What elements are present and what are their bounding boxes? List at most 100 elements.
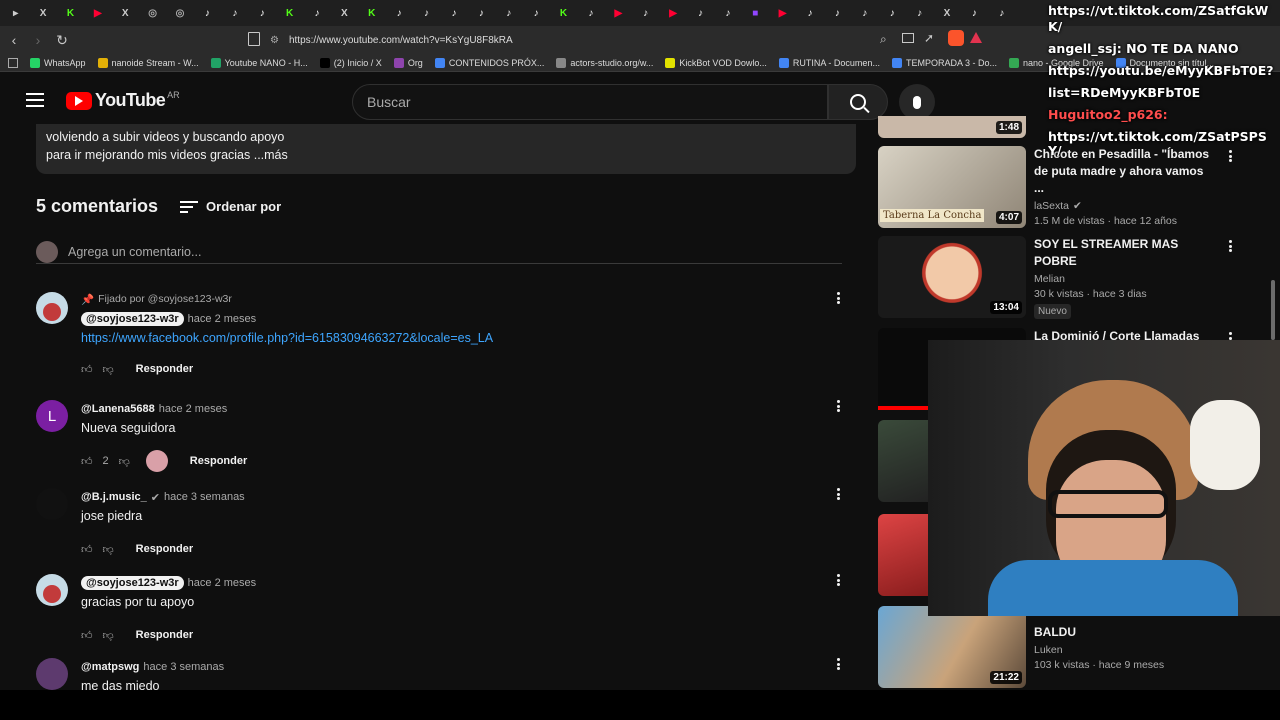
- more-options-icon[interactable]: [830, 290, 846, 306]
- bookmark-item[interactable]: WhatsApp: [30, 57, 86, 68]
- comment-link[interactable]: https://www.facebook.com/profile.php?id=…: [81, 331, 821, 345]
- like-icon[interactable]: 👍︎: [81, 455, 93, 468]
- dislike-icon[interactable]: 👎︎: [103, 363, 114, 376]
- search-button[interactable]: [828, 84, 888, 120]
- comment-time[interactable]: hace 2 meses: [159, 403, 227, 415]
- zoom-icon[interactable]: ⌕: [880, 32, 887, 47]
- browser-tab-mute-icon[interactable]: ▸: [2, 0, 29, 26]
- browser-tab-K-icon[interactable]: K: [57, 0, 84, 26]
- browser-tab-K-icon[interactable]: K: [358, 0, 385, 26]
- comment-author[interactable]: @soyjose123-w3r: [81, 576, 184, 590]
- video-description[interactable]: volviendo a subir videos y buscando apoy…: [36, 124, 856, 174]
- video-thumbnail[interactable]: Taberna La Concha 4:07: [878, 146, 1026, 228]
- video-thumbnail[interactable]: 1:48: [878, 116, 1026, 138]
- more-options-icon[interactable]: [830, 572, 846, 588]
- browser-tab-tt-icon[interactable]: ♪: [714, 0, 741, 26]
- bookmark-item[interactable]: Org: [393, 57, 423, 68]
- browser-tab-X-icon[interactable]: X: [29, 0, 56, 26]
- browser-tab-yt-icon[interactable]: ▶: [605, 0, 632, 26]
- browser-tab-K-icon[interactable]: K: [276, 0, 303, 26]
- browser-tab-tt-icon[interactable]: ♪: [906, 0, 933, 26]
- bookmark-item[interactable]: Youtube NANO - H...: [210, 57, 308, 68]
- browser-tab-gh-icon[interactable]: ◎: [166, 0, 193, 26]
- comment-time[interactable]: hace 3 semanas: [164, 491, 245, 503]
- video-thumbnail[interactable]: 13:04: [878, 236, 1026, 318]
- browser-tab-gh-icon[interactable]: ◎: [139, 0, 166, 26]
- avatar[interactable]: L: [36, 400, 68, 432]
- avatar[interactable]: [36, 292, 68, 324]
- browser-tab-K-icon[interactable]: K: [550, 0, 577, 26]
- browser-tab-X-icon[interactable]: X: [112, 0, 139, 26]
- browser-tab-tt-icon[interactable]: ♪: [796, 0, 823, 26]
- sidebar-video[interactable]: 13:04 SOY EL STREAMER MAS POBRE Melian 3…: [876, 236, 1236, 320]
- browser-tab-yt-icon[interactable]: ▶: [769, 0, 796, 26]
- video-thumbnail[interactable]: [878, 352, 928, 410]
- bookmark-item[interactable]: TEMPORADA 3 - Do...: [891, 57, 997, 68]
- add-comment-box[interactable]: Agrega un comentario...: [36, 240, 842, 264]
- search-input[interactable]: Buscar: [352, 84, 828, 120]
- browser-tab-tt-icon[interactable]: ♪: [468, 0, 495, 26]
- brave-shield-icon[interactable]: [948, 30, 964, 46]
- browser-tab-tt-icon[interactable]: ♪: [413, 0, 440, 26]
- comment-time[interactable]: hace 3 semanas: [143, 661, 224, 673]
- sort-button[interactable]: Ordenar por: [180, 199, 281, 214]
- comment-time[interactable]: hace 2 meses: [188, 577, 256, 589]
- channel-name[interactable]: laSexta: [1034, 200, 1069, 212]
- video-title[interactable]: BALDU: [1034, 624, 1214, 641]
- browser-tab-tt-icon[interactable]: ♪: [961, 0, 988, 26]
- dislike-icon[interactable]: 👎︎: [119, 455, 130, 468]
- reply-button[interactable]: Responder: [190, 455, 247, 467]
- browser-tab-tt-icon[interactable]: ♪: [303, 0, 330, 26]
- more-options-icon[interactable]: [830, 398, 846, 414]
- browser-tab-tt-icon[interactable]: ♪: [495, 0, 522, 26]
- avatar[interactable]: [36, 488, 68, 520]
- forward-icon[interactable]: ›: [28, 30, 48, 50]
- browser-tab-tt-icon[interactable]: ♪: [632, 0, 659, 26]
- bookmark-item[interactable]: (2) Inicio / X: [319, 57, 382, 68]
- site-info-icon[interactable]: ⚙: [270, 35, 279, 46]
- share-icon[interactable]: ➚: [924, 31, 934, 45]
- browser-tab-tt-icon[interactable]: ♪: [851, 0, 878, 26]
- scrollbar-thumb[interactable]: [1271, 280, 1275, 340]
- comment-author[interactable]: @B.j.music_: [81, 491, 147, 503]
- browser-tab-yt-icon[interactable]: ▶: [659, 0, 686, 26]
- rewards-icon[interactable]: [970, 32, 982, 43]
- browser-tab-tt-icon[interactable]: ♪: [221, 0, 248, 26]
- browser-tab-tt-icon[interactable]: ♪: [440, 0, 467, 26]
- dislike-icon[interactable]: 👎︎: [103, 543, 114, 556]
- like-icon[interactable]: 👍︎: [81, 363, 93, 376]
- browser-tab-X-icon[interactable]: X: [331, 0, 358, 26]
- video-thumbnail[interactable]: [878, 420, 928, 502]
- comment-author[interactable]: @matpswg: [81, 661, 139, 673]
- sidebar-video[interactable]: 21:22 BALDU Luken 103 k vistas · hace 9 …: [876, 606, 1236, 690]
- browser-tab-tt-icon[interactable]: ♪: [824, 0, 851, 26]
- browser-tab-tt-icon[interactable]: ♪: [687, 0, 714, 26]
- browser-tab-tt-icon[interactable]: ♪: [194, 0, 221, 26]
- video-thumbnail[interactable]: [878, 514, 928, 596]
- browser-tab-tt-icon[interactable]: ♪: [988, 0, 1015, 26]
- channel-name[interactable]: Luken: [1034, 644, 1063, 656]
- browser-tab-tw-icon[interactable]: ■: [742, 0, 769, 26]
- channel-name[interactable]: Melian: [1034, 273, 1065, 285]
- youtube-logo[interactable]: YouTube AR: [66, 90, 180, 111]
- bookmark-item[interactable]: nanoide Stream - W...: [97, 57, 199, 68]
- avatar[interactable]: [36, 574, 68, 606]
- back-icon[interactable]: ‹: [4, 30, 24, 50]
- browser-tab-tt-icon[interactable]: ♪: [879, 0, 906, 26]
- comment-author[interactable]: @soyjose123-w3r: [81, 312, 184, 326]
- voice-search-button[interactable]: [899, 84, 935, 120]
- bookmark-icon[interactable]: [248, 32, 260, 46]
- video-title[interactable]: SOY EL STREAMER MAS POBRE: [1034, 236, 1214, 270]
- bookmark-item[interactable]: RUTINA - Documen...: [778, 57, 880, 68]
- bookmark-item[interactable]: KickBot VOD Dowlo...: [665, 57, 767, 68]
- reload-icon[interactable]: ↻: [52, 30, 72, 50]
- browser-tab-tt-icon[interactable]: ♪: [577, 0, 604, 26]
- dislike-icon[interactable]: 👎︎: [103, 629, 114, 642]
- browser-tab-X-icon[interactable]: X: [933, 0, 960, 26]
- avatar[interactable]: [36, 658, 68, 690]
- comment-author[interactable]: @Lanena5688: [81, 403, 155, 415]
- browser-tab-yt-icon[interactable]: ▶: [84, 0, 111, 26]
- like-icon[interactable]: 👍︎: [81, 629, 93, 642]
- bookmark-item[interactable]: actors-studio.org/w...: [556, 57, 653, 68]
- reply-button[interactable]: Responder: [136, 543, 193, 555]
